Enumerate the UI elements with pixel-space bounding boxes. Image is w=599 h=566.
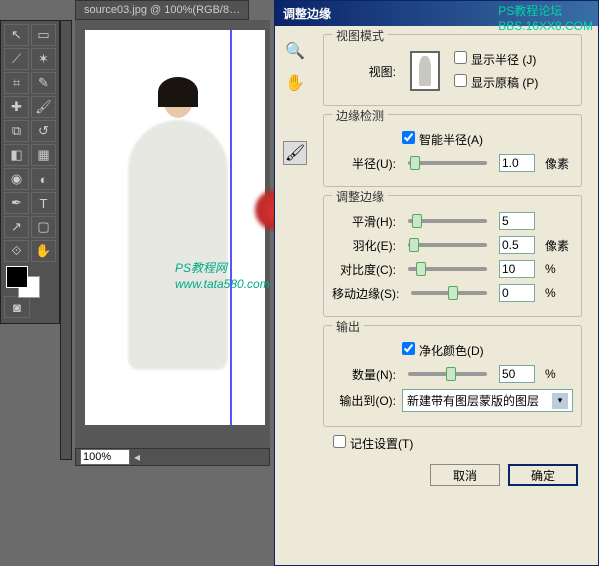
preview-split-line [230,30,232,425]
refine-edge-dialog: 调整边缘 🔍 ✋ 🖌 视图模式 视图: 显示半径 (J) 显示原稿 (P) 边缘… [274,0,599,566]
blur-tool[interactable]: ◉ [4,168,29,190]
marquee-tool[interactable]: ▭ [31,24,56,46]
quickmask-tool[interactable]: ◙ [4,296,30,318]
lasso-tool[interactable]: ⟋ [4,48,29,70]
stamp-tool[interactable]: ⧉ [4,120,29,142]
healing-tool[interactable]: ✚ [4,96,29,118]
shift-edge-unit: % [545,286,573,300]
amount-label: 数量(N): [332,366,396,383]
amount-input[interactable] [499,365,535,383]
hand-tool[interactable]: ✋ [31,240,56,262]
amount-unit: % [545,367,573,381]
output-to-label: 输出到(O): [332,392,396,409]
3d-tool[interactable]: ⟐ [4,240,29,262]
adjust-edge-group: 调整边缘 平滑(H): 羽化(E): 像素 对比度(C): % 移动边缘(S): [323,195,582,317]
path-tool[interactable]: ↗ [4,216,29,238]
feather-label: 羽化(E): [332,237,396,254]
output-group: 输出 净化颜色(D) 数量(N): % 输出到(O): 新建带有图层蒙版的图层 … [323,325,582,427]
output-to-dropdown[interactable]: 新建带有图层蒙版的图层 ▾ [402,389,573,412]
radius-slider[interactable] [408,161,487,165]
image-subject [123,80,233,380]
smooth-input[interactable] [499,212,535,230]
watermark-url: PS教程网www.tata580.com [175,260,270,291]
history-brush-tool[interactable]: ↺ [31,120,56,142]
ok-button[interactable]: 确定 [508,464,578,486]
brush-tool[interactable]: 🖌 [31,96,56,118]
shape-tool[interactable]: ▢ [31,216,56,238]
status-bar: ◂ [75,448,270,466]
canvas[interactable]: 他处我帮你 PS教程网www.tata580.com [85,30,265,425]
view-mode-group: 视图模式 视图: 显示半径 (J) 显示原稿 (P) [323,34,582,106]
shift-edge-label: 移动边缘(S): [332,285,399,302]
type-tool[interactable]: T [31,192,56,214]
dodge-tool[interactable]: ◐ [31,168,56,190]
output-label: 输出 [332,318,364,335]
crop-tool[interactable]: ⌗ [4,72,29,94]
adjust-edge-label: 调整边缘 [332,188,388,205]
document-tab[interactable]: source03.jpg @ 100%(RGB/8… [75,0,249,20]
edge-detection-group: 边缘检测 智能半径(A) 半径(U): 像素 [323,114,582,187]
toolbox: ↖▭ ⟋✶ ⌗✎ ✚🖌 ⧉↺ ◧▦ ◉◐ ✒T ↗▢ ⟐✋ ◙ [0,20,60,324]
shift-edge-slider[interactable] [411,291,487,295]
cancel-button[interactable]: 取消 [430,464,500,486]
zoom-input[interactable] [80,449,130,465]
refine-brush-icon[interactable]: 🖌 [283,141,307,165]
feather-slider[interactable] [408,243,487,247]
foreground-color[interactable] [6,266,28,288]
pen-tool[interactable]: ✒ [4,192,29,214]
wand-tool[interactable]: ✶ [31,48,56,70]
color-swatches[interactable] [4,266,56,296]
amount-slider[interactable] [408,372,487,376]
contrast-label: 对比度(C): [332,261,396,278]
view-label: 视图: [332,63,396,80]
smart-radius-checkbox[interactable]: 智能半径(A) [402,131,483,148]
shift-edge-input[interactable] [499,284,535,302]
radius-unit: 像素 [545,155,573,172]
feather-input[interactable] [499,236,535,254]
decontaminate-checkbox[interactable]: 净化颜色(D) [402,342,484,359]
smooth-label: 平滑(H): [332,213,396,230]
scroll-left-icon[interactable]: ◂ [134,450,140,464]
hand-icon[interactable]: ✋ [283,71,307,95]
contrast-input[interactable] [499,260,535,278]
radius-label: 半径(U): [332,155,396,172]
eyedropper-tool[interactable]: ✎ [31,72,56,94]
canvas-area: 他处我帮你 PS教程网www.tata580.com [75,20,270,460]
smooth-slider[interactable] [408,219,487,223]
forum-watermark: PS教程论坛BBS.16XX8.COM [492,0,599,35]
edge-detection-label: 边缘检测 [332,107,388,124]
gradient-tool[interactable]: ▦ [31,144,56,166]
options-bar [60,20,72,460]
move-tool[interactable]: ↖ [4,24,29,46]
contrast-unit: % [545,262,573,276]
radius-input[interactable] [499,154,535,172]
zoom-icon[interactable]: 🔍 [283,39,307,63]
show-radius-checkbox[interactable]: 显示半径 (J) [454,51,538,68]
chevron-down-icon: ▾ [552,393,568,409]
show-original-checkbox[interactable]: 显示原稿 (P) [454,74,538,91]
view-thumbnail[interactable] [410,51,440,91]
contrast-slider[interactable] [408,267,487,271]
feather-unit: 像素 [545,237,573,254]
dialog-side-tools: 🔍 ✋ 🖌 [283,39,313,165]
view-mode-label: 视图模式 [332,27,388,44]
remember-settings-checkbox[interactable]: 记住设置(T) [333,437,413,451]
eraser-tool[interactable]: ◧ [4,144,29,166]
